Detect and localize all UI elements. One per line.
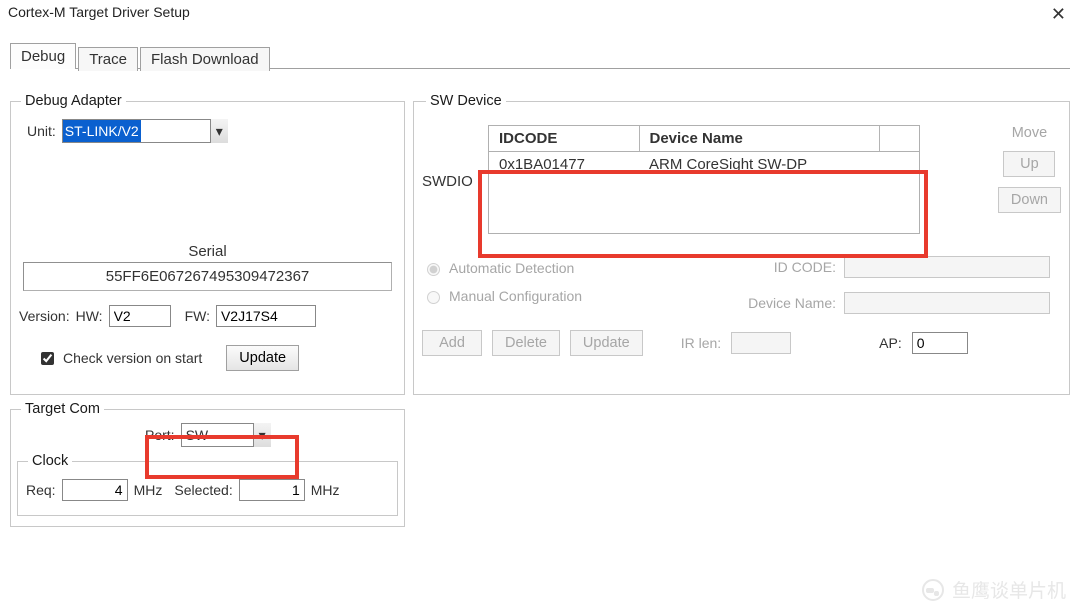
irlen-label: IR len: bbox=[681, 335, 721, 351]
check-version-label: Check version on start bbox=[63, 350, 202, 366]
move-down-button[interactable]: Down bbox=[998, 187, 1061, 213]
clock-sel-label: Selected: bbox=[174, 482, 232, 498]
sw-device-group: SW Device SWDIO IDCODE Device Name bbox=[413, 93, 1070, 395]
debug-adapter-group: Debug Adapter Unit: ST-LINK/V2 ▾ Serial … bbox=[10, 93, 405, 395]
unit-label: Unit: bbox=[27, 123, 56, 139]
move-up-button[interactable]: Up bbox=[1003, 151, 1055, 177]
fw-label: FW: bbox=[185, 308, 210, 324]
dropdown-arrow-icon[interactable]: ▾ bbox=[253, 423, 271, 447]
ap-label: AP: bbox=[879, 335, 902, 351]
auto-detect-label: Automatic Detection bbox=[449, 260, 574, 276]
irlen-field bbox=[731, 332, 791, 354]
devname-label: Device Name: bbox=[736, 295, 836, 311]
device-name: ARM CoreSight SW-DP bbox=[639, 152, 919, 177]
ap-field[interactable] bbox=[912, 332, 968, 354]
serial-label: Serial bbox=[23, 243, 392, 260]
port-combo[interactable]: SW ▾ bbox=[181, 423, 271, 447]
check-version-checkbox[interactable] bbox=[41, 352, 54, 365]
device-update-button[interactable]: Update bbox=[570, 330, 643, 356]
sw-device-legend: SW Device bbox=[426, 93, 506, 109]
swdio-label: SWDIO bbox=[422, 125, 478, 190]
version-label: Version: bbox=[19, 308, 70, 324]
tab-trace[interactable]: Trace bbox=[78, 47, 138, 71]
delete-button[interactable]: Delete bbox=[492, 330, 560, 356]
manual-conf-label: Manual Configuration bbox=[449, 288, 582, 304]
unit-value: ST-LINK/V2 bbox=[63, 120, 141, 142]
clock-req-label: Req: bbox=[26, 482, 56, 498]
clock-req-field[interactable] bbox=[62, 479, 128, 501]
idcode-label: ID CODE: bbox=[736, 259, 836, 275]
unit-combo[interactable]: ST-LINK/V2 ▾ bbox=[62, 119, 228, 143]
col-idcode: IDCODE bbox=[489, 126, 639, 151]
clock-sel-field[interactable] bbox=[239, 479, 305, 501]
device-header-row: IDCODE Device Name bbox=[489, 126, 919, 151]
debug-adapter-legend: Debug Adapter bbox=[21, 93, 126, 109]
hw-label: HW: bbox=[76, 308, 103, 324]
manual-conf-radio[interactable] bbox=[427, 291, 440, 304]
adapter-update-button[interactable]: Update bbox=[226, 345, 299, 371]
device-data-row[interactable]: 0x1BA01477 ARM CoreSight SW-DP bbox=[489, 152, 919, 177]
clock-sel-unit: MHz bbox=[311, 482, 340, 498]
target-com-group: Target Com Port: SW ▾ Clock Req: MHz Sel… bbox=[10, 401, 405, 527]
tab-flash-download[interactable]: Flash Download bbox=[140, 47, 270, 71]
port-label: Port: bbox=[145, 427, 175, 443]
devname-field bbox=[844, 292, 1050, 314]
target-com-legend: Target Com bbox=[21, 401, 104, 417]
hw-field[interactable] bbox=[109, 305, 171, 327]
clock-req-unit: MHz bbox=[134, 482, 163, 498]
serial-value: 55FF6E067267495309472367 bbox=[23, 262, 392, 291]
auto-detect-radio[interactable] bbox=[427, 263, 440, 276]
fw-field[interactable] bbox=[216, 305, 316, 327]
window-titlebar: Cortex-M Target Driver Setup ✕ bbox=[0, 0, 1080, 28]
window-title: Cortex-M Target Driver Setup bbox=[8, 4, 190, 20]
wechat-icon bbox=[922, 579, 944, 601]
device-idcode: 0x1BA01477 bbox=[489, 152, 639, 177]
tab-debug[interactable]: Debug bbox=[10, 43, 76, 69]
col-devname: Device Name bbox=[639, 126, 879, 151]
idcode-field bbox=[844, 256, 1050, 278]
add-button[interactable]: Add bbox=[422, 330, 482, 356]
clock-group: Clock Req: MHz Selected: MHz bbox=[17, 453, 398, 516]
move-label: Move bbox=[1012, 125, 1047, 141]
watermark: 鱼鹰谈单片机 bbox=[922, 576, 1066, 603]
clock-legend: Clock bbox=[28, 453, 72, 469]
close-icon[interactable]: ✕ bbox=[1045, 4, 1072, 25]
tab-strip: Debug Trace Flash Download bbox=[10, 42, 1070, 68]
dropdown-arrow-icon[interactable]: ▾ bbox=[210, 119, 228, 143]
